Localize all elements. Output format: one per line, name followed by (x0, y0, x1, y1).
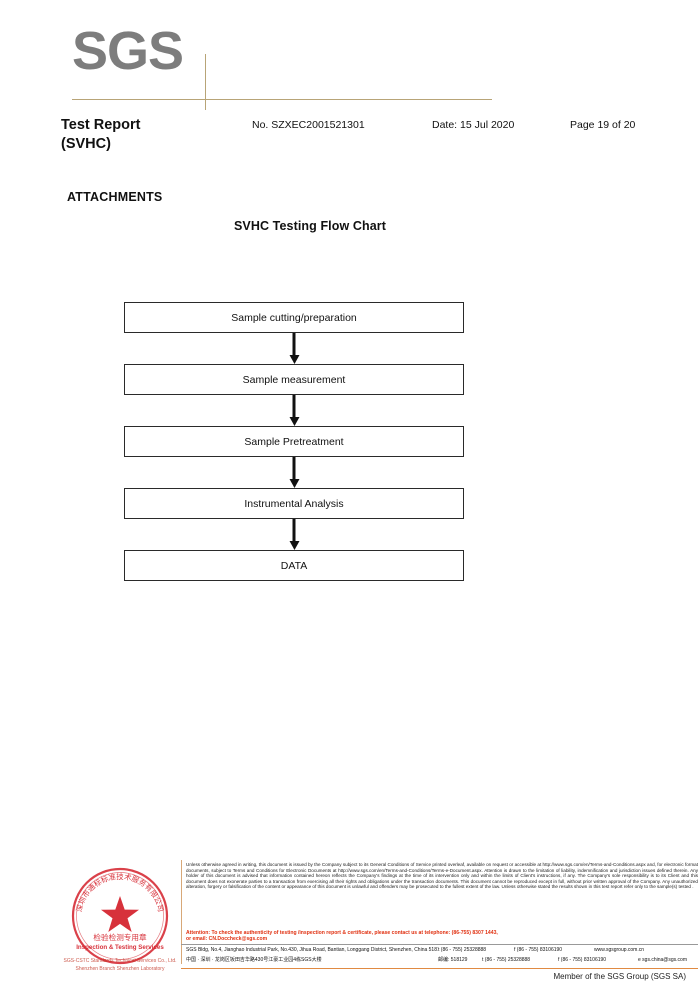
report-header: Test Report (SVHC) No. SZXEC2001521301 D… (0, 116, 700, 162)
attention-line-2: or email: CN.Doccheck@sgs.com (186, 936, 268, 943)
email: e sgs.china@sgs.com (638, 956, 687, 963)
svg-text:检验检测专用章: 检验检测专用章 (93, 932, 147, 942)
address-cn: 中国 · 深圳 · 龙岗区坂田吉华路430号江豪工业园4栋SGS大楼 (186, 956, 322, 963)
flow-step: Sample measurement (124, 364, 464, 395)
report-number: No. SZXEC2001521301 (252, 119, 365, 131)
flow-chart-title: SVHC Testing Flow Chart (0, 219, 700, 233)
address-line-en: SGS Bldg, No.4, Jianghao Industrial Park… (186, 946, 698, 956)
arrow-down-icon (292, 395, 296, 419)
flow-step: Sample Pretreatment (124, 426, 464, 457)
fax-cn: f (86 - 755) 83106190 (558, 956, 607, 963)
flow-connector (124, 457, 464, 488)
header-rule-tick (205, 54, 206, 110)
header-rule (72, 99, 492, 100)
page-title: Test Report (SVHC) (61, 117, 141, 152)
flow-step: DATA (124, 550, 464, 581)
address-line-cn: 中国 · 深圳 · 龙岗区坂田吉华路430号江豪工业园4栋SGS大楼 邮编: 5… (186, 956, 698, 966)
footer-divider (181, 860, 183, 964)
member-statement: Member of the SGS Group (SGS SA) (553, 972, 687, 981)
svg-text:Inspection & Testing Services: Inspection & Testing Services (76, 944, 164, 951)
postal-code-cn: 邮编: 518129 (438, 956, 468, 963)
sgs-logo-text: SGS (72, 21, 184, 81)
sgs-logo: SGS (72, 21, 492, 110)
telephone-en: t (86 - 755) 25328888 (438, 947, 487, 953)
flow-chart: Sample cutting/preparation Sample measur… (124, 302, 464, 581)
legal-terms-text: Unless otherwise agreed in writing, this… (186, 862, 698, 890)
flow-connector (124, 519, 464, 550)
flow-chart-title-text: SVHC Testing Flow Chart (233, 219, 387, 233)
fax-en: f (86 - 755) 83106190 (514, 947, 563, 953)
footer-rule-top (181, 944, 698, 945)
flow-step: Sample cutting/preparation (124, 302, 464, 333)
document-page: SGS Test Report (SVHC) No. SZXEC20015213… (0, 0, 700, 990)
page-footer: 深圳市通标标准技术服务有限公司 检验检测专用章 Inspection & Tes… (0, 856, 700, 990)
attention-notice: Attention: To check the authenticity of … (186, 930, 698, 942)
flow-step: Instrumental Analysis (124, 488, 464, 519)
page-number: Page 19 of 20 (570, 119, 636, 131)
arrow-down-icon (292, 457, 296, 481)
report-date: Date: 15 Jul 2020 (432, 119, 515, 131)
attachments-heading: ATTACHMENTS (67, 190, 163, 204)
svg-text:SGS-CSTC Standards Technical S: SGS-CSTC Standards Technical Services Co… (63, 958, 176, 964)
footer-rule-bottom (181, 968, 698, 970)
company-address-block: SGS Bldg, No.4, Jianghao Industrial Park… (186, 946, 698, 965)
website: www.sgsgroup.com.cn (594, 947, 645, 953)
arrow-down-icon (292, 333, 296, 357)
company-seal-stamp: 深圳市通标标准技术服务有限公司 检验检测专用章 Inspection & Tes… (60, 860, 180, 978)
flow-connector (124, 333, 464, 364)
arrow-down-icon (292, 519, 296, 543)
flow-connector (124, 395, 464, 426)
telephone-cn: t (86 - 755) 25328888 (482, 956, 531, 963)
address-en: SGS Bldg, No.4, Jianghao Industrial Park… (186, 947, 438, 953)
